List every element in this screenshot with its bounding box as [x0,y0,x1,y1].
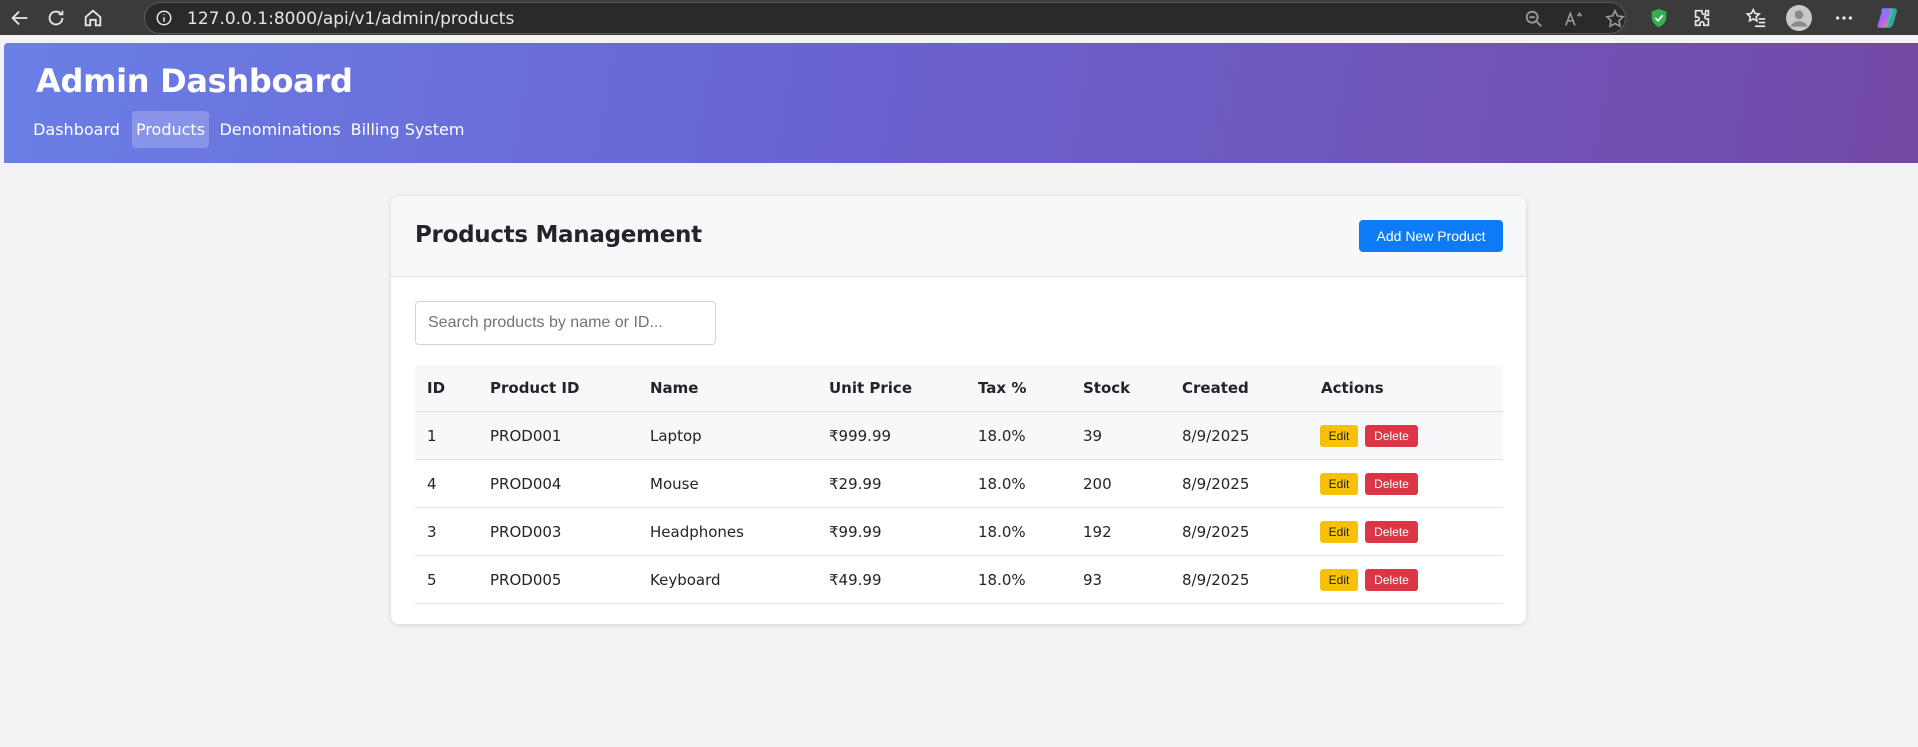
cell-unit-price: ₹29.99 [829,475,882,493]
cell-stock: 93 [1083,571,1103,589]
search-input[interactable] [415,301,716,345]
edit-button[interactable]: Edit [1320,425,1358,447]
products-card: Products Management Add New Product ID P… [391,196,1526,624]
cell-tax: 18.0% [978,427,1026,445]
app-header: Admin Dashboard Dashboard Products Denom… [4,43,1918,163]
delete-button[interactable]: Delete [1365,473,1418,495]
cell-stock: 39 [1083,427,1103,445]
favorite-star-icon[interactable] [1604,8,1626,30]
cell-id: 4 [427,475,437,493]
column-header-id: ID [427,379,446,397]
zoom-out-icon[interactable] [1523,8,1545,30]
cell-name: Laptop [650,427,702,445]
profile-avatar-icon[interactable] [1785,4,1813,32]
address-bar[interactable]: 127.0.0.1:8000/api/v1/admin/products [144,2,1626,34]
cell-product-id: PROD003 [490,523,562,541]
column-header-product-id: Product ID [490,379,580,397]
cell-id: 5 [427,571,437,589]
table-row: 1 PROD001 Laptop ₹999.99 18.0% 39 8/9/20… [415,412,1503,460]
nav-tab-denominations[interactable]: Denominations [219,111,340,148]
table-row: 5 PROD005 Keyboard ₹49.99 18.0% 93 8/9/2… [415,556,1503,604]
cell-unit-price: ₹99.99 [829,523,882,541]
back-arrow-icon[interactable] [6,4,34,32]
cell-name: Keyboard [650,571,721,589]
refresh-icon[interactable] [42,4,70,32]
cell-created: 8/9/2025 [1182,475,1250,493]
home-icon[interactable] [79,4,107,32]
cell-created: 8/9/2025 [1182,571,1250,589]
info-icon[interactable] [155,9,173,27]
column-header-stock: Stock [1083,379,1131,397]
cell-id: 3 [427,523,437,541]
cell-product-id: PROD004 [490,475,562,493]
cell-unit-price: ₹49.99 [829,571,882,589]
cell-tax: 18.0% [978,571,1026,589]
column-header-created: Created [1182,379,1249,397]
cell-unit-price: ₹999.99 [829,427,892,445]
cell-name: Mouse [650,475,699,493]
delete-button[interactable]: Delete [1365,569,1418,591]
browser-toolbar: 127.0.0.1:8000/api/v1/admin/products [0,0,1918,35]
page-content: Admin Dashboard Dashboard Products Denom… [4,43,1918,747]
cell-created: 8/9/2025 [1182,523,1250,541]
extensions-puzzle-icon[interactable] [1688,4,1716,32]
cell-created: 8/9/2025 [1182,427,1250,445]
nav-tab-billing-system[interactable]: Billing System [350,111,465,148]
url-text[interactable]: 127.0.0.1:8000/api/v1/admin/products [187,9,514,29]
delete-button[interactable]: Delete [1365,425,1418,447]
app-title: Admin Dashboard [36,62,353,100]
cell-tax: 18.0% [978,475,1026,493]
edit-button[interactable]: Edit [1320,521,1358,543]
copilot-icon[interactable] [1874,4,1902,32]
table-row: 3 PROD003 Headphones ₹99.99 18.0% 192 8/… [415,508,1503,556]
cell-tax: 18.0% [978,523,1026,541]
read-aloud-icon[interactable] [1563,8,1585,30]
cell-stock: 200 [1083,475,1112,493]
delete-button[interactable]: Delete [1365,521,1418,543]
table-header: ID Product ID Name Unit Price Tax % Stoc… [415,365,1503,412]
cell-id: 1 [427,427,437,445]
card-header: Products Management Add New Product [391,196,1526,277]
cell-stock: 192 [1083,523,1112,541]
cell-product-id: PROD005 [490,571,562,589]
table-row: 4 PROD004 Mouse ₹29.99 18.0% 200 8/9/202… [415,460,1503,508]
more-menu-icon[interactable] [1830,4,1858,32]
cell-product-id: PROD001 [490,427,562,445]
column-header-name: Name [650,379,699,397]
favorites-collection-icon[interactable] [1742,4,1770,32]
cell-name: Headphones [650,523,744,541]
column-header-unit-price: Unit Price [829,379,912,397]
column-header-actions: Actions [1321,379,1384,397]
column-header-tax: Tax % [978,379,1027,397]
add-product-button[interactable]: Add New Product [1359,220,1503,252]
nav-tab-products[interactable]: Products [132,111,209,148]
edit-button[interactable]: Edit [1320,473,1358,495]
page-title: Products Management [415,222,702,248]
edit-button[interactable]: Edit [1320,569,1358,591]
nav-tab-dashboard[interactable]: Dashboard [33,111,120,148]
shield-extension-icon[interactable] [1645,4,1673,32]
